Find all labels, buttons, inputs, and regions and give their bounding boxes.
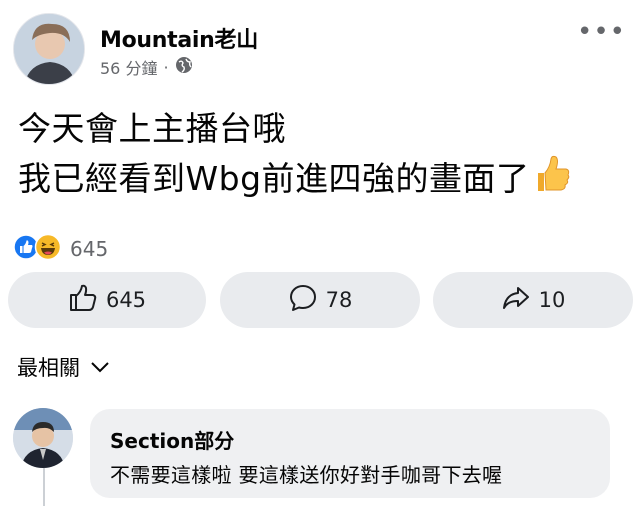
like-button[interactable]: 645 xyxy=(8,272,206,328)
haha-reaction-icon xyxy=(34,233,62,265)
like-icon xyxy=(68,283,98,318)
comment-count: 78 xyxy=(325,288,353,312)
post-time[interactable]: 56 分鐘 xyxy=(100,55,157,79)
comment-sort-dropdown[interactable]: 最相關 xyxy=(17,352,110,382)
chevron-down-icon xyxy=(90,355,110,379)
comment-button[interactable]: 78 xyxy=(220,272,420,328)
post-author-name[interactable]: Mountain老山 xyxy=(100,22,258,54)
like-count: 645 xyxy=(105,288,147,312)
comment-bubble[interactable]: Section部分 不需要這樣啦 要這樣送你好對手咖哥下去喔 xyxy=(90,409,610,498)
post-author-avatar[interactable] xyxy=(13,13,85,85)
post-text-content: 今天會上主播台哦 我已經看到Wbg前進四強的畫面了 xyxy=(18,109,530,198)
more-icon[interactable]: ••• xyxy=(577,19,626,45)
comment-icon xyxy=(288,283,318,318)
sort-label: 最相關 xyxy=(17,356,80,380)
post-text: 今天會上主播台哦 我已經看到Wbg前進四強的畫面了 xyxy=(18,104,570,207)
meta-separator: · xyxy=(163,57,169,77)
commenter-name[interactable]: Section部分 xyxy=(110,425,234,454)
commenter-avatar[interactable] xyxy=(13,408,73,468)
share-icon xyxy=(501,283,531,318)
globe-icon xyxy=(175,56,193,78)
share-count: 10 xyxy=(538,288,566,312)
comment-thread-line xyxy=(43,468,45,506)
thumbs-up-emoji xyxy=(534,155,570,207)
reactions-summary[interactable]: 645 xyxy=(13,233,108,265)
share-button[interactable]: 10 xyxy=(433,272,633,328)
reaction-count: 645 xyxy=(70,237,109,261)
comment-text: 不需要這樣啦 要這樣送你好對手咖哥下去喔 xyxy=(110,463,503,487)
post-meta: 56 分鐘 · xyxy=(100,55,193,79)
